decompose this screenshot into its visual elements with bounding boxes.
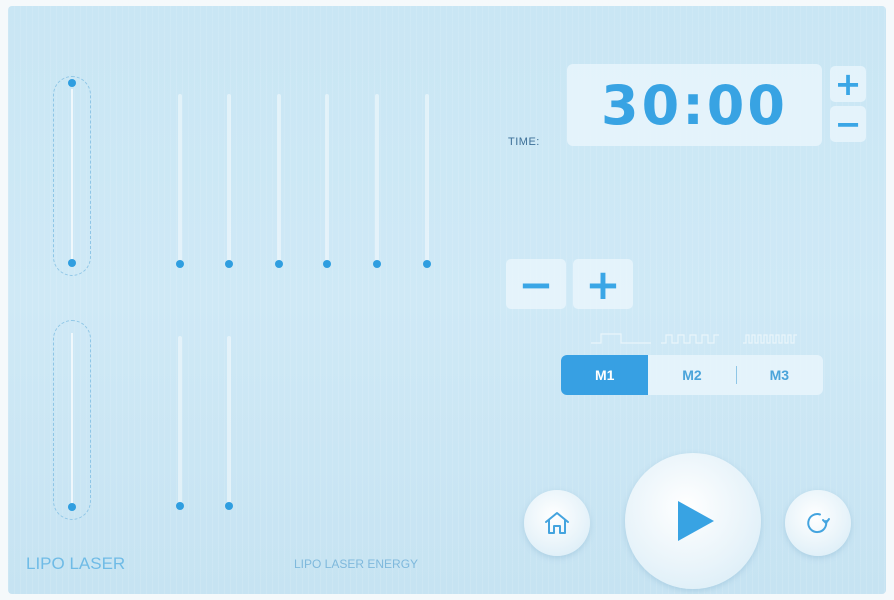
refresh-icon (807, 513, 830, 533)
mode-divider (735, 366, 737, 384)
mode-m3-button[interactable]: M3 (735, 355, 823, 395)
mode-label: M2 (682, 367, 702, 383)
time-display: 30:00 (567, 64, 822, 146)
slider-knob[interactable] (176, 260, 184, 268)
home-button[interactable] (524, 490, 590, 556)
slider-knob[interactable] (275, 260, 283, 268)
channel-slider-8[interactable] (225, 336, 233, 510)
slider-knob[interactable] (68, 503, 76, 511)
mode-m2-button[interactable]: M2 (648, 355, 735, 395)
slider-knob[interactable] (323, 260, 331, 268)
channel-slider-3[interactable] (275, 94, 283, 268)
play-icon (678, 501, 714, 541)
slider-knob[interactable] (423, 260, 431, 268)
slider-track (71, 89, 73, 263)
device-screen: TIME: 30:00 + − − + M1 M2 M3 LIPO LASER … (8, 6, 886, 594)
slider-track (71, 333, 73, 507)
channel-slider-4[interactable] (323, 94, 331, 268)
slider-knob[interactable] (225, 260, 233, 268)
play-button[interactable] (625, 453, 761, 589)
master-slider-bottom[interactable] (53, 320, 91, 520)
mode-m1-button[interactable]: M1 (561, 355, 649, 395)
slider-knob[interactable] (225, 502, 233, 510)
mode-label: M3 (769, 367, 790, 383)
slider-knob[interactable] (373, 260, 381, 268)
lipo-laser-label: LIPO LASER (26, 554, 126, 573)
m1-waveform-icon (591, 333, 651, 344)
slider-knob-top[interactable] (68, 79, 76, 87)
time-minus-button[interactable]: − (830, 105, 866, 143)
channel-slider-5[interactable] (373, 94, 381, 268)
reset-button[interactable] (785, 490, 851, 556)
m3-waveform-icon (743, 334, 797, 344)
mode-selector: M1 M2 M3 (561, 355, 823, 395)
energy-minus-button[interactable]: − (506, 259, 566, 309)
channel-slider-2[interactable] (225, 94, 233, 268)
channel-slider-1[interactable] (176, 94, 184, 268)
slider-knob[interactable] (176, 502, 184, 510)
energy-plus-button[interactable]: + (573, 259, 633, 309)
m2-waveform-icon (661, 334, 719, 344)
slider-knob-bottom[interactable] (68, 259, 76, 267)
channel-slider-6[interactable] (423, 94, 431, 268)
time-plus-button[interactable]: + (830, 65, 866, 103)
home-icon (545, 512, 569, 534)
time-label: TIME: (508, 136, 540, 148)
channel-slider-7[interactable] (176, 336, 184, 510)
lipo-laser-energy-label: LIPO LASER ENERGY (294, 557, 419, 571)
master-slider-top[interactable] (53, 76, 91, 276)
